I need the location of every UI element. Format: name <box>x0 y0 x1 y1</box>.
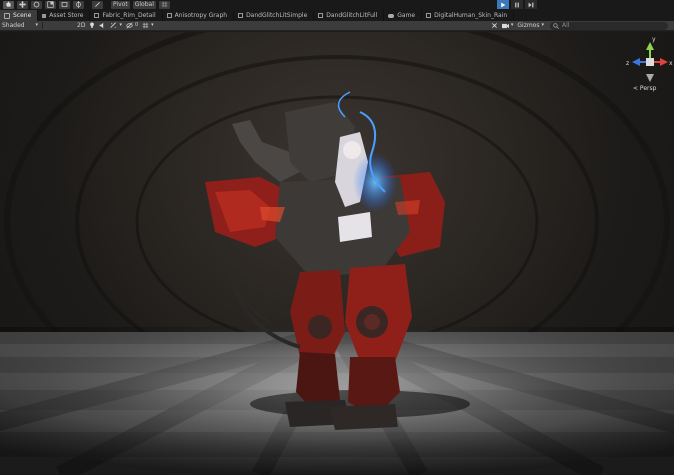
wrench-icon <box>95 2 100 7</box>
step-icon <box>528 2 534 7</box>
rect-transform-icon <box>61 2 68 7</box>
scale-icon <box>47 1 54 8</box>
gizmo-axis-y: y <box>652 36 656 43</box>
hidden-count: 0 <box>134 22 139 28</box>
scene-icon <box>4 12 10 19</box>
light-bulb-icon <box>90 22 95 28</box>
neg-y-axis-cone[interactable] <box>646 74 654 82</box>
gizmo-center-cube[interactable] <box>646 58 654 66</box>
game-icon <box>388 13 395 18</box>
chevron-down-icon: ▾ <box>151 22 154 28</box>
search-icon <box>553 23 559 29</box>
rotate-icon <box>33 1 40 8</box>
tab-scene[interactable]: Scene <box>0 10 39 21</box>
effects-icon <box>110 22 117 28</box>
tab-label: DigitalHuman_Skin_Rain <box>434 12 508 19</box>
tab-label: Anisotropy Graph <box>174 12 228 19</box>
scene-view-toolbar: Shaded ▾ 2D ▾ 0 ▾ ▾ Gizmos ▾ All <box>0 21 674 31</box>
shading-mode-label: Shaded <box>2 22 25 29</box>
scene-viewport[interactable]: y x z < Persp <box>0 32 674 475</box>
pivot-toggle[interactable]: Pivot <box>111 1 130 9</box>
tab-anisotropy-graph[interactable]: Anisotropy Graph <box>163 10 235 21</box>
tab-label: Scene <box>13 12 32 19</box>
scale-tool-button[interactable] <box>45 1 56 9</box>
main-toolbar: Pivot Global <box>0 0 674 10</box>
tab-label: DandGlitchLitSimple <box>246 12 308 19</box>
tab-game[interactable]: Game <box>384 10 423 21</box>
global-toggle[interactable]: Global <box>132 1 156 9</box>
transform-tool-button[interactable] <box>73 1 84 9</box>
step-button[interactable] <box>525 0 537 9</box>
projection-label: < Persp <box>633 85 657 92</box>
play-icon <box>501 2 506 7</box>
shading-mode-dropdown[interactable]: Shaded ▾ <box>2 21 38 30</box>
grid-snap-button[interactable] <box>158 1 170 9</box>
scene-tools-button[interactable] <box>491 22 498 29</box>
graph-icon <box>318 13 324 18</box>
tab-fabric-rim-detail[interactable]: Fabric_Rim_Detail <box>90 10 163 21</box>
gizmos-dropdown[interactable]: Gizmos ▾ <box>517 21 544 30</box>
chevron-down-icon: ▾ <box>35 22 38 28</box>
move-icon <box>19 1 26 8</box>
effects-dropdown[interactable]: ▾ <box>110 21 122 30</box>
tab-label: Asset Store <box>49 12 84 19</box>
eye-slash-icon <box>126 22 133 29</box>
graph-icon <box>426 13 432 18</box>
grid-icon <box>142 22 149 29</box>
tab-dandglitch-lit-full[interactable]: DandGlitchLitFull <box>314 10 385 21</box>
hand-tool-button[interactable] <box>3 1 14 9</box>
rect-tool-button[interactable] <box>59 1 70 9</box>
move-tool-button[interactable] <box>17 1 28 9</box>
grid-toggle[interactable]: ▾ <box>142 21 154 30</box>
tools-icon <box>491 23 497 28</box>
editor-tab-bar: Scene Asset Store Fabric_Rim_Detail Anis… <box>0 10 674 21</box>
2d-label: 2D <box>77 22 86 29</box>
camera-dropdown[interactable]: ▾ <box>501 21 514 30</box>
camera-icon <box>501 23 509 28</box>
tab-label: Fabric_Rim_Detail <box>102 12 156 19</box>
projection-toggle[interactable]: < Persp <box>633 85 656 92</box>
gizmo-axis-z: z <box>626 60 629 67</box>
scene-search-input[interactable]: All <box>550 22 668 30</box>
rotate-tool-button[interactable] <box>31 1 42 9</box>
custom-tool-button[interactable] <box>92 1 103 9</box>
chevron-down-icon: ▾ <box>510 22 514 28</box>
chevron-down-icon: ▾ <box>119 22 122 28</box>
pause-button[interactable] <box>511 0 523 9</box>
graph-icon <box>94 13 100 18</box>
play-button[interactable] <box>497 0 509 9</box>
y-axis-cone[interactable] <box>646 42 654 50</box>
tab-asset-store[interactable]: Asset Store <box>38 10 91 21</box>
hand-icon <box>6 1 11 7</box>
transform-icon <box>76 1 81 8</box>
speaker-icon <box>100 22 104 29</box>
graph-icon <box>238 13 244 18</box>
scene-render <box>0 32 674 475</box>
z-axis-cone[interactable] <box>632 58 640 66</box>
tab-digitalhuman-skin-rain[interactable]: DigitalHuman_Skin_Rain <box>422 10 515 21</box>
graph-icon <box>166 13 172 18</box>
grid-snap-icon <box>161 1 168 8</box>
tab-dandglitch-lit-simple[interactable]: DandGlitchLitSimple <box>234 10 315 21</box>
2d-toggle[interactable]: 2D <box>77 21 85 30</box>
tab-label: DandGlitchLitFull <box>326 12 378 19</box>
hidden-objects-toggle[interactable]: 0 <box>126 21 138 30</box>
x-axis-cone[interactable] <box>660 58 668 66</box>
store-icon <box>42 13 47 18</box>
audio-toggle[interactable] <box>99 22 106 29</box>
chevron-down-icon: ▾ <box>541 22 544 28</box>
lighting-toggle[interactable] <box>89 22 95 29</box>
tab-label: Game <box>397 12 416 19</box>
pause-icon <box>515 2 519 7</box>
gizmo-axis-x: x <box>669 60 673 67</box>
search-placeholder: All <box>562 22 570 29</box>
gizmos-label: Gizmos <box>517 22 540 29</box>
play-controls <box>497 0 537 9</box>
